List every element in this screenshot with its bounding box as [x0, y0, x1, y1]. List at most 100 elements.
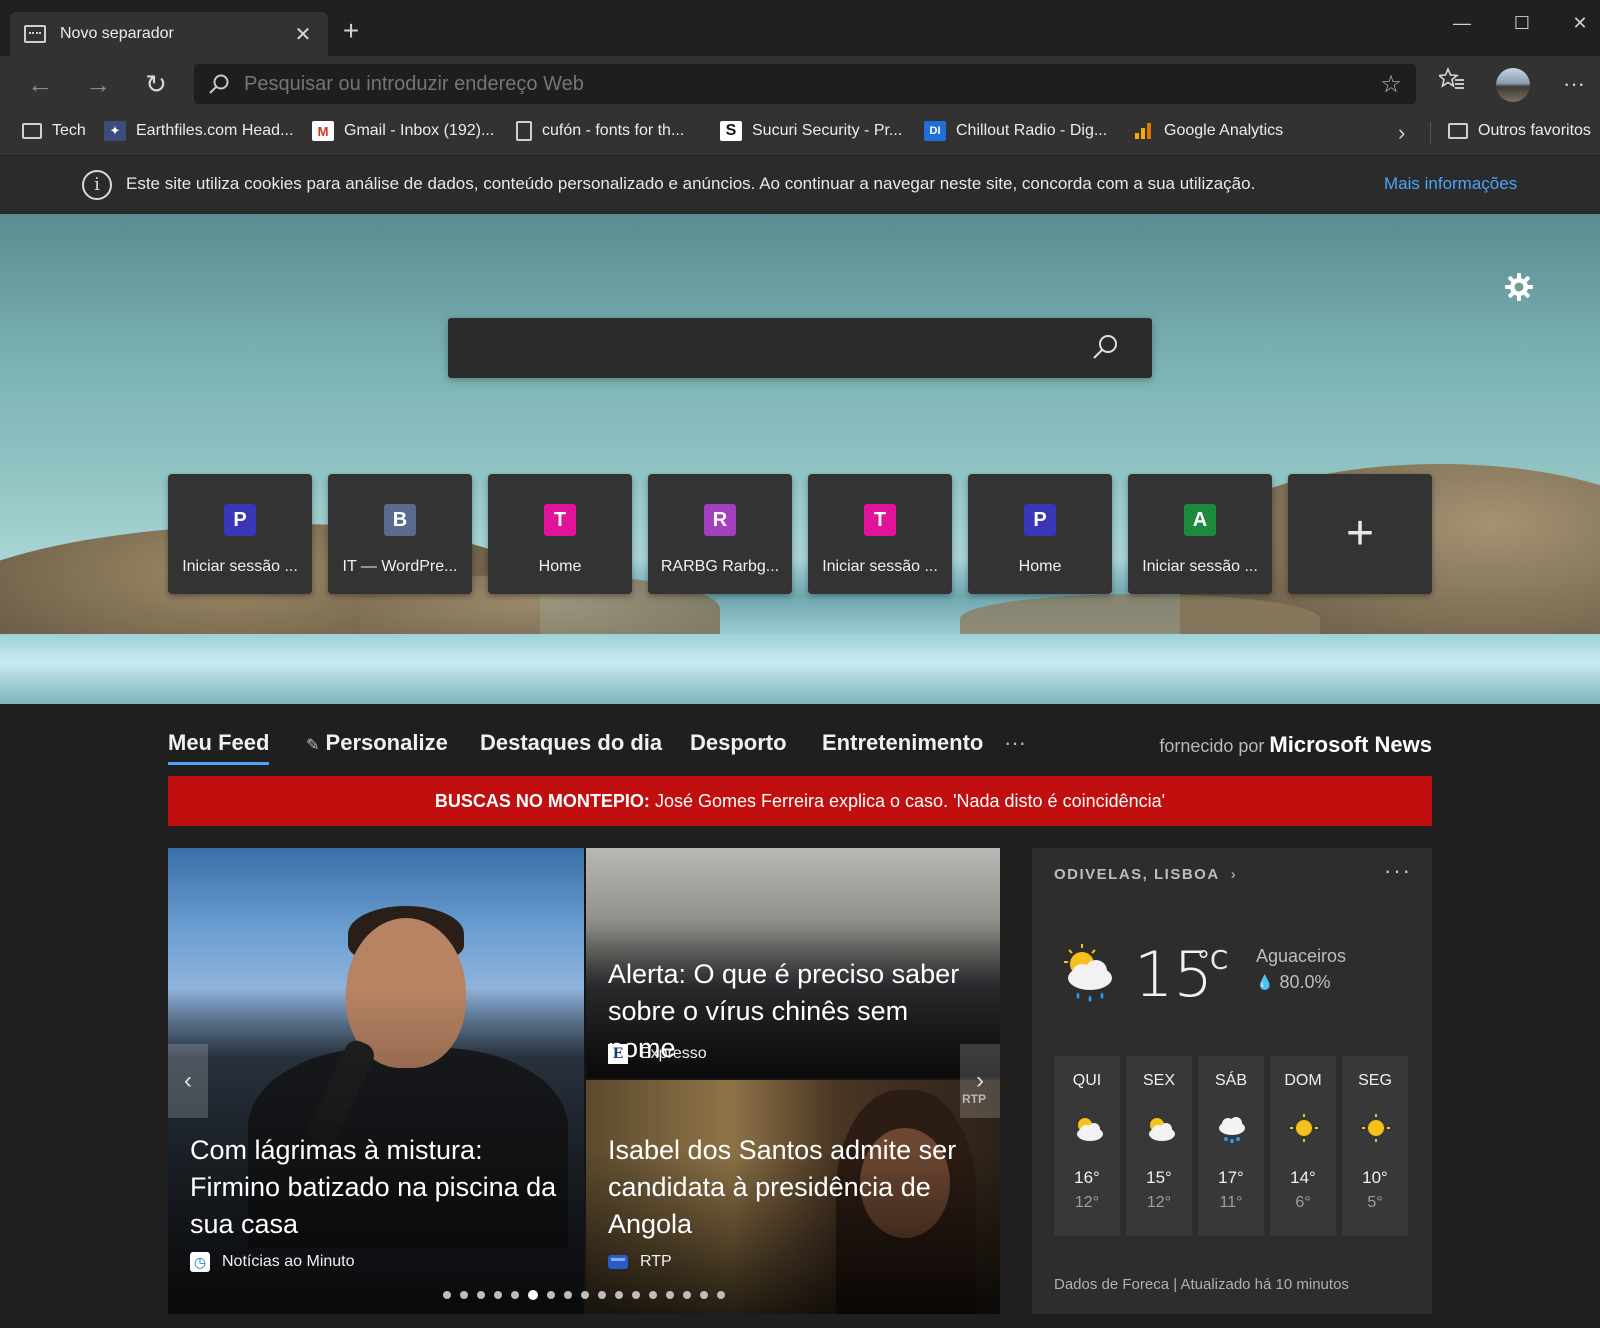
quick-link-tile[interactable]: T Iniciar sessão ...: [808, 474, 952, 594]
carousel-dot[interactable]: [717, 1291, 725, 1299]
carousel-next-button[interactable]: ›: [960, 1044, 1000, 1118]
site-letter-icon: T: [864, 504, 896, 536]
tab-entertainment[interactable]: Entretenimento: [822, 730, 983, 756]
quick-link-tile[interactable]: B IT — WordPre...: [328, 474, 472, 594]
quick-link-tile[interactable]: P Home: [968, 474, 1112, 594]
news-story-main[interactable]: Com lágrimas à mistura: Firmino batizado…: [168, 848, 584, 1314]
weather-more-button[interactable]: ···: [1384, 858, 1412, 884]
quick-links: P Iniciar sessão ... B IT — WordPre... T…: [168, 474, 1432, 594]
news-source: RTP: [608, 1252, 672, 1272]
expresso-icon: E: [608, 1044, 628, 1064]
carousel-dot[interactable]: [564, 1291, 572, 1299]
web-search-input[interactable]: [468, 332, 1068, 364]
address-bar[interactable]: ☆: [194, 64, 1416, 104]
quick-link-tile[interactable]: A Iniciar sessão ...: [1128, 474, 1272, 594]
carousel-prev-button[interactable]: ‹: [168, 1044, 208, 1118]
navigation-bar: ← → ↻ ☆ ···: [0, 56, 1600, 110]
favorite-sucuri[interactable]: S Sucuri Security - Pr...: [720, 116, 902, 146]
quick-link-tile[interactable]: T Home: [488, 474, 632, 594]
tab-sports[interactable]: Desporto: [690, 730, 787, 756]
temperature-unit[interactable]: °C: [1197, 946, 1228, 976]
favorite-google-analytics[interactable]: Google Analytics: [1132, 116, 1283, 146]
forecast-day[interactable]: DOM 14° 6°: [1270, 1056, 1336, 1236]
tab-personalize[interactable]: ✎ Personalize: [306, 730, 448, 756]
address-input[interactable]: [244, 72, 1366, 96]
lake-decoration: [0, 634, 1600, 704]
chevron-right-icon[interactable]: ›: [1398, 120, 1405, 146]
breaking-text: José Gomes Ferreira explica o caso. 'Nad…: [654, 791, 1166, 811]
carousel-dot[interactable]: [494, 1291, 502, 1299]
new-tab-button[interactable]: +: [336, 16, 366, 46]
day-low: 11°: [1219, 1194, 1243, 1211]
news-story[interactable]: Alerta: O que é preciso saber sobre o ví…: [586, 848, 1000, 1078]
breaking-news-banner[interactable]: BUSCAS NO MONTEPIO: José Gomes Ferreira …: [168, 776, 1432, 826]
refresh-button[interactable]: ↻: [138, 66, 174, 102]
add-quick-link-button[interactable]: +: [1288, 474, 1432, 594]
precipitation-value: 80.0%: [1279, 972, 1331, 992]
carousel-dot[interactable]: [477, 1291, 485, 1299]
add-favorite-icon[interactable]: ☆: [1366, 70, 1416, 99]
carousel-dot[interactable]: [511, 1291, 519, 1299]
carousel-dot[interactable]: [598, 1291, 606, 1299]
quick-link-tile[interactable]: R RARBG Rarbg...: [648, 474, 792, 594]
folder-icon: [22, 123, 42, 139]
tab-highlights[interactable]: Destaques do dia: [480, 730, 662, 756]
provider-credit: fornecido por Microsoft News: [1159, 732, 1432, 758]
gear-icon[interactable]: [1502, 270, 1536, 304]
favorite-earthfiles[interactable]: ✦ Earthfiles.com Head...: [104, 116, 293, 146]
carousel-dot[interactable]: [649, 1291, 657, 1299]
weather-card: ODIVELAS, LISBOA › ··· 15 °C Aguaceiros …: [1032, 848, 1432, 1314]
carousel-dot[interactable]: [683, 1291, 691, 1299]
web-search-box[interactable]: [448, 318, 1152, 378]
maximize-button[interactable]: ☐: [1502, 8, 1542, 38]
more-menu-icon[interactable]: ···: [1556, 66, 1592, 102]
sunny-icon: [1359, 1112, 1393, 1146]
favorites-icon[interactable]: [1434, 66, 1470, 102]
forecast-day[interactable]: SEG 10° 5°: [1342, 1056, 1408, 1236]
favorite-tech[interactable]: Tech: [22, 116, 86, 146]
more-tabs-button[interactable]: ···: [1004, 730, 1026, 756]
carousel-dot[interactable]: [615, 1291, 623, 1299]
tab-label: Personalize: [325, 730, 448, 755]
close-tab-icon[interactable]: ✕: [292, 22, 314, 47]
site-letter-icon: B: [384, 504, 416, 536]
carousel-dot[interactable]: [443, 1291, 451, 1299]
minimize-button[interactable]: —: [1442, 8, 1482, 38]
provider-name[interactable]: Microsoft News: [1269, 732, 1432, 757]
carousel-dot[interactable]: [666, 1291, 674, 1299]
favorite-other-folder[interactable]: Outros favoritos: [1448, 116, 1591, 146]
day-high: 14°: [1290, 1168, 1316, 1187]
carousel-dot[interactable]: [700, 1291, 708, 1299]
more-info-link[interactable]: Mais informações: [1384, 174, 1517, 194]
quick-link-label: Iniciar sessão ...: [182, 558, 298, 575]
close-window-button[interactable]: ✕: [1560, 8, 1600, 38]
carousel-dot[interactable]: [528, 1290, 538, 1300]
quick-link-tile[interactable]: P Iniciar sessão ...: [168, 474, 312, 594]
carousel-dot[interactable]: [632, 1291, 640, 1299]
news-story[interactable]: RTP Isabel dos Santos admite ser candida…: [586, 1080, 1000, 1314]
back-button[interactable]: ←: [22, 66, 58, 102]
search-icon[interactable]: [1090, 332, 1120, 367]
day-low: 5°: [1367, 1194, 1383, 1211]
day-name: SEX: [1142, 1072, 1175, 1089]
favorite-cufon[interactable]: cufón - fonts for th...: [516, 116, 684, 146]
cookie-text: Este site utiliza cookies para análise d…: [126, 174, 1256, 193]
day-high: 16°: [1074, 1168, 1100, 1187]
rain-showers-icon: [1054, 940, 1124, 1010]
news-source-label: Notícias ao Minuto: [222, 1253, 355, 1270]
forecast-day[interactable]: SEX 15° 12°: [1126, 1056, 1192, 1236]
weather-location[interactable]: ODIVELAS, LISBOA ›: [1054, 866, 1237, 883]
forecast-day[interactable]: SÁB 17° 11°: [1198, 1056, 1264, 1236]
profile-avatar[interactable]: [1496, 68, 1530, 102]
favorite-chillout[interactable]: DI Chillout Radio - Dig...: [924, 116, 1107, 146]
forecast-day[interactable]: QUI 16° 12°: [1054, 1056, 1120, 1236]
tab-my-feed[interactable]: Meu Feed: [168, 730, 270, 765]
carousel-dot[interactable]: [547, 1291, 555, 1299]
tab-new-tab[interactable]: Novo separador ✕: [10, 12, 328, 56]
carousel-dot[interactable]: [460, 1291, 468, 1299]
forward-button[interactable]: →: [80, 66, 116, 102]
feed-navigation: Meu Feed ✎ Personalize Destaques do dia …: [168, 722, 1432, 770]
carousel-dot[interactable]: [581, 1291, 589, 1299]
favorite-gmail[interactable]: M Gmail - Inbox (192)...: [312, 116, 494, 146]
noticias-ao-minuto-icon: ◷: [190, 1252, 210, 1272]
